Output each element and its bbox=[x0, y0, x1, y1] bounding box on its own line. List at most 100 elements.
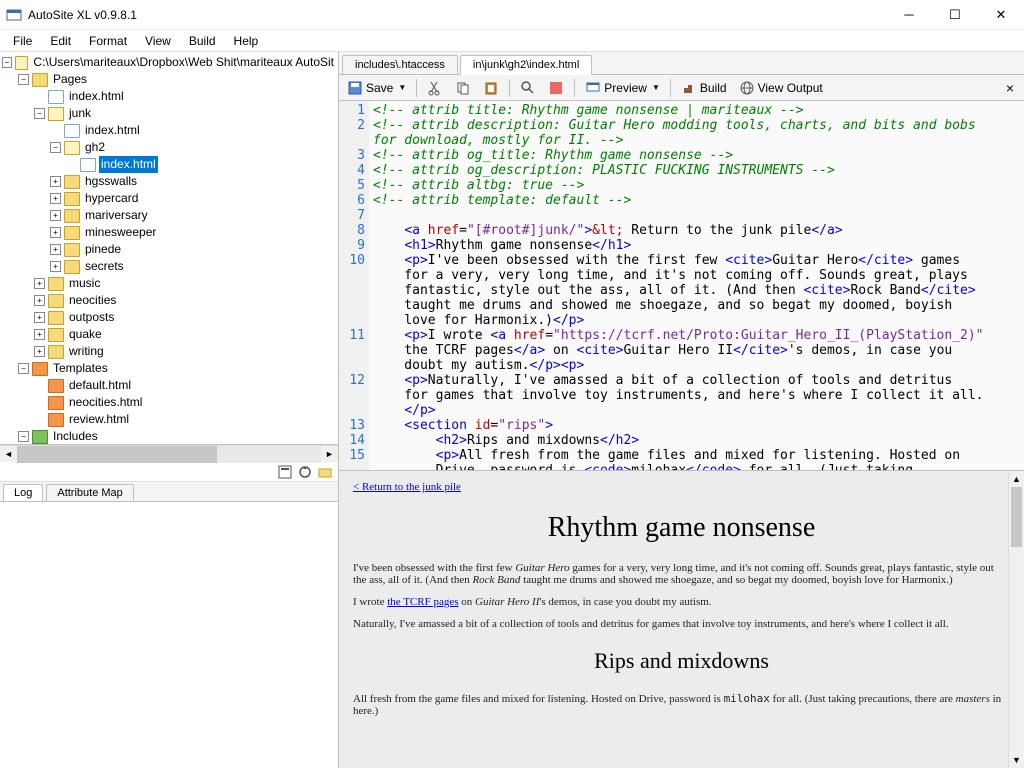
open-folder-icon[interactable] bbox=[318, 465, 332, 479]
folder-icon bbox=[64, 260, 80, 274]
expander-icon[interactable]: − bbox=[50, 142, 61, 153]
menu-format[interactable]: Format bbox=[80, 32, 136, 50]
preview-h1: Rhythm game nonsense bbox=[353, 512, 1010, 544]
maximize-button[interactable]: ☐ bbox=[932, 0, 978, 30]
expander-icon[interactable]: + bbox=[50, 244, 61, 255]
tree-toolbar bbox=[0, 462, 338, 482]
window-title: AutoSite XL v0.9.8.1 bbox=[28, 8, 886, 22]
expander-icon[interactable]: + bbox=[34, 295, 45, 306]
view-output-button[interactable]: View Output bbox=[735, 78, 827, 98]
tree-pages[interactable]: Pages bbox=[51, 71, 89, 88]
tree-item[interactable]: writing bbox=[67, 343, 106, 360]
expander-icon[interactable]: + bbox=[50, 193, 61, 204]
refresh-icon[interactable] bbox=[298, 465, 312, 479]
copy-button[interactable] bbox=[451, 78, 475, 98]
tree-item[interactable]: index.html bbox=[67, 88, 126, 105]
expander-icon[interactable]: − bbox=[34, 108, 45, 119]
tree-item-selected[interactable]: index.html bbox=[99, 156, 158, 173]
expander-icon[interactable]: − bbox=[18, 363, 29, 374]
highlight-button[interactable] bbox=[544, 78, 568, 98]
folder-icon bbox=[64, 243, 80, 257]
expander-icon[interactable]: + bbox=[50, 176, 61, 187]
tree-item[interactable]: neocities.html bbox=[67, 394, 144, 411]
tree-junk[interactable]: junk bbox=[67, 105, 93, 122]
tree-item[interactable]: default.html bbox=[67, 377, 133, 394]
scrollbar-thumb[interactable] bbox=[1011, 487, 1022, 547]
dropdown-icon: ▼ bbox=[398, 83, 406, 92]
folder-icon bbox=[64, 209, 80, 223]
expander-icon[interactable]: + bbox=[34, 329, 45, 340]
scroll-up-icon[interactable]: ▲ bbox=[1009, 471, 1024, 487]
expander-icon[interactable]: − bbox=[18, 431, 29, 442]
build-button[interactable]: Build bbox=[677, 78, 731, 98]
vertical-scrollbar[interactable]: ▲ ▼ bbox=[1008, 471, 1024, 768]
tree-templates[interactable]: Templates bbox=[51, 360, 110, 377]
menu-edit[interactable]: Edit bbox=[41, 32, 80, 50]
tab-log[interactable]: Log bbox=[3, 484, 43, 501]
folder-icon bbox=[32, 362, 48, 376]
preview-link[interactable]: the TCRF pages bbox=[387, 596, 458, 608]
expander-icon[interactable]: + bbox=[50, 210, 61, 221]
preview-back-link[interactable]: < Return to the junk pile bbox=[353, 481, 461, 493]
code-content[interactable]: <!-- attrib title: Rhythm game nonsense … bbox=[369, 101, 1024, 470]
tree-includes[interactable]: Includes bbox=[51, 428, 100, 445]
tree-item[interactable]: outposts bbox=[67, 309, 116, 326]
scroll-down-icon[interactable]: ▼ bbox=[1009, 752, 1024, 768]
copy-icon bbox=[455, 80, 471, 96]
menu-help[interactable]: Help bbox=[225, 32, 268, 50]
close-tab-button[interactable]: × bbox=[1000, 80, 1020, 96]
log-panel bbox=[0, 502, 338, 768]
expander-icon[interactable]: + bbox=[34, 278, 45, 289]
minimize-button[interactable]: ─ bbox=[886, 0, 932, 30]
titlebar: AutoSite XL v0.9.8.1 ─ ☐ ✕ bbox=[0, 0, 1024, 30]
preview-h2: Rips and mixdowns bbox=[353, 648, 1010, 674]
scrollbar-thumb[interactable] bbox=[17, 446, 217, 463]
expander-icon[interactable]: − bbox=[18, 74, 29, 85]
folder-icon bbox=[15, 56, 29, 70]
tree-gh2[interactable]: gh2 bbox=[83, 139, 107, 156]
globe-icon bbox=[739, 80, 755, 96]
tree-root[interactable]: C:\Users\mariteaux\Dropbox\Web Shit\mari… bbox=[31, 54, 336, 71]
cut-button[interactable] bbox=[423, 78, 447, 98]
properties-icon[interactable] bbox=[278, 465, 292, 479]
scroll-right-icon[interactable]: ► bbox=[321, 449, 338, 459]
html-icon bbox=[64, 124, 80, 138]
tree-item[interactable]: music bbox=[67, 275, 102, 292]
tree-pane[interactable]: −C:\Users\mariteaux\Dropbox\Web Shit\mar… bbox=[0, 52, 338, 445]
expander-icon[interactable]: + bbox=[50, 261, 61, 272]
app-icon bbox=[6, 7, 22, 23]
editor-tab-active[interactable]: in\junk\gh2\index.html bbox=[460, 55, 592, 75]
paste-button[interactable] bbox=[479, 78, 503, 98]
tree-item[interactable]: review.html bbox=[67, 411, 131, 428]
menu-build[interactable]: Build bbox=[180, 32, 225, 50]
preview-paragraph: Naturally, I've amassed a bit of a colle… bbox=[353, 618, 1010, 630]
expander-icon[interactable]: − bbox=[2, 57, 12, 68]
horizontal-scrollbar[interactable]: ◄ ► bbox=[0, 445, 338, 462]
tree-item[interactable]: hgsswalls bbox=[83, 173, 139, 190]
close-button[interactable]: ✕ bbox=[978, 0, 1024, 30]
code-editor[interactable]: 12 345678910 11 12 131415 <!-- attrib ti… bbox=[339, 101, 1024, 470]
menu-file[interactable]: File bbox=[4, 32, 41, 50]
tab-attribute-map[interactable]: Attribute Map bbox=[46, 484, 133, 501]
tree-item[interactable]: mariversary bbox=[83, 207, 150, 224]
expander-icon[interactable]: + bbox=[34, 346, 45, 357]
find-button[interactable] bbox=[516, 78, 540, 98]
expander-icon[interactable]: + bbox=[50, 227, 61, 238]
tree-item[interactable]: index.html bbox=[83, 122, 142, 139]
preview-paragraph: All fresh from the game files and mixed … bbox=[353, 692, 1010, 717]
save-button[interactable]: Save▼ bbox=[343, 78, 410, 98]
editor-tab[interactable]: includes\.htaccess bbox=[342, 55, 458, 75]
menu-view[interactable]: View bbox=[136, 32, 180, 50]
tree-item[interactable]: hypercard bbox=[83, 190, 140, 207]
tree-item[interactable]: secrets bbox=[83, 258, 126, 275]
search-icon bbox=[520, 80, 536, 96]
lower-tabs: Log Attribute Map bbox=[0, 482, 338, 502]
tree-item[interactable]: neocities bbox=[67, 292, 118, 309]
tree-item[interactable]: minesweeper bbox=[83, 224, 158, 241]
expander-icon[interactable]: + bbox=[34, 312, 45, 323]
tree-item[interactable]: pinede bbox=[83, 241, 123, 258]
preview-button[interactable]: Preview▼ bbox=[581, 78, 664, 98]
tree-item[interactable]: quake bbox=[67, 326, 104, 343]
html-icon bbox=[48, 90, 64, 104]
scroll-left-icon[interactable]: ◄ bbox=[0, 449, 17, 459]
